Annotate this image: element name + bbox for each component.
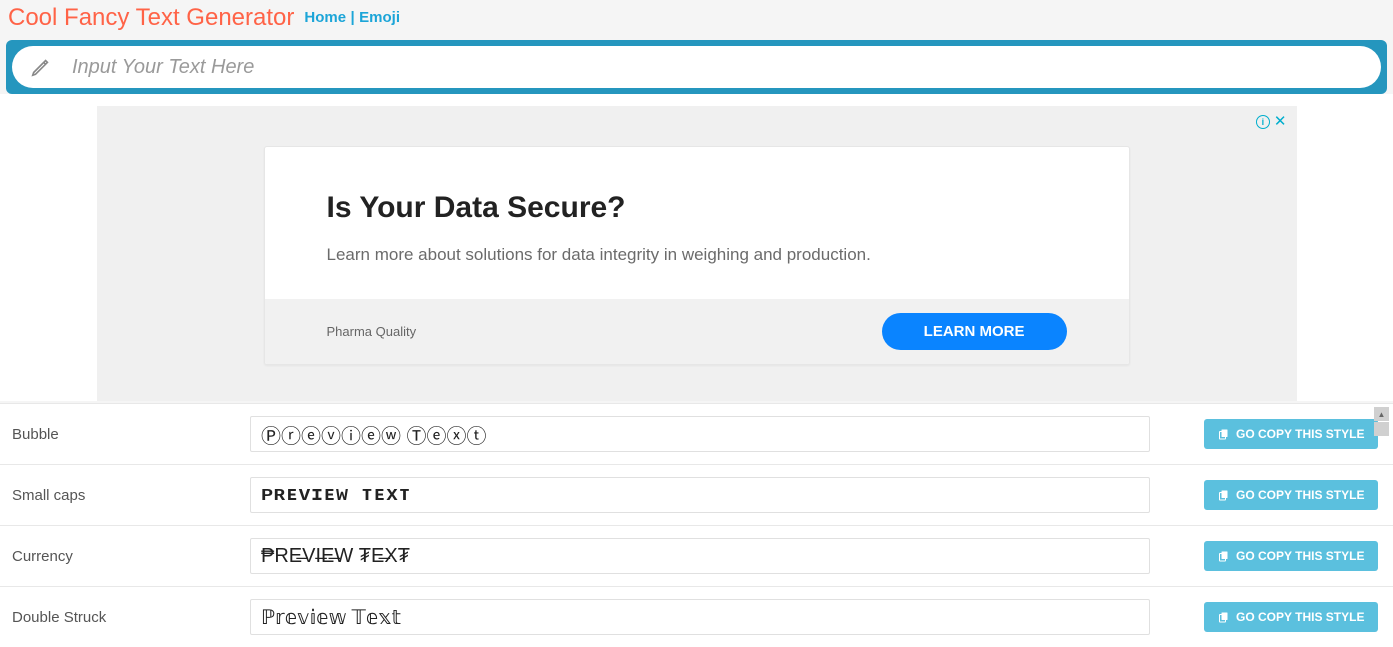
input-bar (12, 46, 1381, 88)
copy-style-button[interactable]: GO COPY THIS STYLE (1204, 602, 1378, 632)
ad-info-icon[interactable]: i (1256, 115, 1270, 129)
ad-footer: Pharma Quality LEARN MORE (265, 299, 1129, 364)
ad-body: Is Your Data Secure? Learn more about so… (265, 147, 1129, 299)
nav-emoji-link[interactable]: Emoji (359, 9, 400, 26)
scrollbar[interactable]: ▲ (1374, 407, 1389, 436)
site-title: Cool Fancy Text Generator (8, 4, 294, 32)
nav-separator: | (351, 9, 355, 26)
copy-label: GO COPY THIS STYLE (1236, 427, 1364, 441)
copy-style-button[interactable]: GO COPY THIS STYLE (1204, 480, 1378, 510)
scroll-thumb[interactable] (1374, 422, 1389, 436)
style-label: Double Struck (12, 609, 230, 626)
copy-label: GO COPY THIS STYLE (1236, 488, 1364, 502)
style-label: Currency (12, 548, 230, 565)
copy-style-button[interactable]: GO COPY THIS STYLE (1204, 541, 1378, 571)
input-bar-container (6, 40, 1387, 94)
scroll-up-icon[interactable]: ▲ (1374, 407, 1389, 421)
style-preview[interactable]: ℙ𝕣𝕖𝕧𝕚𝕖𝕨 𝕋𝕖𝕩𝕥 (250, 599, 1150, 635)
ad-headline: Is Your Data Secure? (327, 191, 1067, 225)
text-input[interactable] (72, 56, 1363, 79)
ad-container: i ✕ Is Your Data Secure? Learn more abou… (97, 106, 1297, 401)
style-label: Small caps (12, 487, 230, 504)
style-row-bubble: Bubble Ⓟⓡⓔⓥⓘⓔⓦ Ⓣⓔⓧⓣ GO COPY THIS STYLE (0, 403, 1393, 464)
ad-learn-more-button[interactable]: LEARN MORE (882, 313, 1067, 350)
copy-label: GO COPY THIS STYLE (1236, 549, 1364, 563)
copy-icon (1218, 428, 1230, 440)
style-preview[interactable]: Ⓟⓡⓔⓥⓘⓔⓦ Ⓣⓔⓧⓣ (250, 416, 1150, 452)
ad-area: i ✕ Is Your Data Secure? Learn more abou… (0, 94, 1393, 401)
nav-home-link[interactable]: Home (304, 9, 346, 26)
styles-list: ▲ Bubble Ⓟⓡⓔⓥⓘⓔⓦ Ⓣⓔⓧⓣ GO COPY THIS STYLE… (0, 403, 1393, 647)
ad-close-icon[interactable]: ✕ (1274, 114, 1287, 129)
header: Cool Fancy Text Generator Home | Emoji (0, 0, 1393, 36)
copy-icon (1218, 550, 1230, 562)
style-row-doublestruck: Double Struck ℙ𝕣𝕖𝕧𝕚𝕖𝕨 𝕋𝕖𝕩𝕥 GO COPY THIS … (0, 586, 1393, 647)
copy-icon (1218, 611, 1230, 623)
copy-icon (1218, 489, 1230, 501)
style-preview[interactable]: ᴘʀᴇᴠɪᴇᴡ ᴛᴇxᴛ (250, 477, 1150, 513)
ad-controls: i ✕ (1256, 114, 1287, 129)
ad-card[interactable]: Is Your Data Secure? Learn more about so… (264, 146, 1130, 365)
style-preview[interactable]: ₱RE̶VI̶E̶W ₮E̶X₮ (250, 538, 1150, 574)
ad-description: Learn more about solutions for data inte… (327, 245, 1067, 265)
copy-style-button[interactable]: GO COPY THIS STYLE (1204, 419, 1378, 449)
ad-brand: Pharma Quality (327, 324, 417, 339)
style-row-smallcaps: Small caps ᴘʀᴇᴠɪᴇᴡ ᴛᴇxᴛ GO COPY THIS STY… (0, 464, 1393, 525)
pencil-icon (30, 56, 52, 78)
style-label: Bubble (12, 426, 230, 443)
style-row-currency: Currency ₱RE̶VI̶E̶W ₮E̶X₮ GO COPY THIS S… (0, 525, 1393, 586)
copy-label: GO COPY THIS STYLE (1236, 610, 1364, 624)
